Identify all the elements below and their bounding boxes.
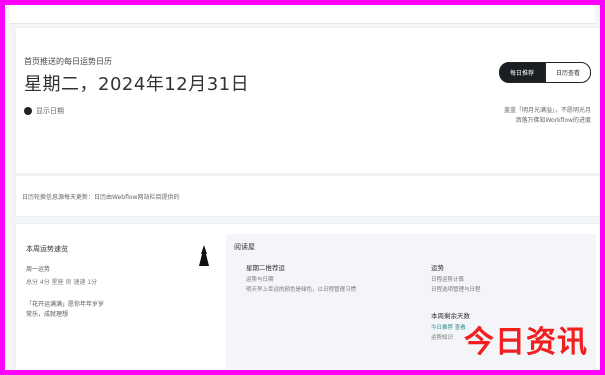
left-quote-line-1: 「花开运满满」愿你年年岁岁 — [26, 301, 105, 308]
right-panel-header: 阅读屋 — [234, 243, 255, 251]
primary-button[interactable]: 每日推荐 — [498, 62, 545, 83]
info-band: 日历轮换信息源每天更新：日历由Webflow网站栏目提供的 — [15, 175, 600, 217]
secondary-button[interactable]: 日历查看 — [544, 62, 591, 83]
right-item-2[interactable]: 运势 日程运势计算 日程选项管理与日程 — [431, 262, 581, 295]
watermark-logo: 今日资讯 — [464, 325, 588, 360]
page-date-title: 星期二，2024年12月31日 — [24, 74, 250, 95]
circle-icon — [24, 107, 32, 115]
right-item-1-title: 星期二推荐运 — [246, 264, 285, 272]
left-panel-title: 本周运势速览 — [26, 245, 68, 253]
right-item-1-line-1: 运势与日期 — [246, 277, 274, 283]
meta-text: 显示日期 — [36, 107, 64, 115]
right-item-2-line-2: 日程选项管理与日程 — [431, 287, 481, 293]
action-buttons: 每日推荐 日历查看 — [498, 62, 591, 83]
figure-icon — [199, 245, 209, 266]
meta-row: 显示日期 — [24, 106, 64, 116]
quote-line-1: 盖蓝「明月光满溢」，不愿明光月 — [503, 107, 591, 114]
right-item-2-title: 运势 — [431, 264, 444, 272]
left-panel-sub: 周一运势 — [26, 266, 51, 273]
page-subtitle: 首页推送的每日运势日历 — [24, 57, 112, 66]
right-item-1-line-2: 明天早上幸运的颜色是绿色，以日程管理习惯 — [246, 287, 357, 293]
screenshot-frame: 首页推送的每日运势日历 星期二，2024年12月31日 显示日期 每日推荐 日历… — [0, 0, 605, 375]
left-panel: 本周运势速览 周一运势 总分 4分 星座 良 速递 1分 「花开运满满」愿你年年… — [26, 244, 206, 319]
left-quote-line-2: 常乐，成就理想 — [26, 310, 69, 318]
left-panel-desc: 总分 4分 星座 良 速递 1分 — [26, 279, 98, 286]
header-quote: 盖蓝「明月光满溢」，不愿明光月 洒落万佛知Workflow的进度 — [461, 106, 591, 125]
header-card: 首页推送的每日运势日历 星期二，2024年12月31日 显示日期 每日推荐 日历… — [15, 27, 600, 174]
right-item-2-line-1: 日程运势计算 — [431, 277, 465, 283]
right-item-1[interactable]: 星期二推荐运 运势与日期 明天早上幸运的颜色是绿色，以日程管理习惯 — [246, 262, 396, 295]
top-nav — [10, 5, 595, 24]
info-band-text: 日历轮换信息源每天更新：日历由Webflow网站栏目提供的 — [22, 194, 180, 201]
left-panel-quote: 「花开运满满」愿你年年岁岁 常乐，成就理想 — [26, 300, 206, 319]
quote-line-2: 洒落万佛知Workflow的进度 — [515, 116, 591, 124]
